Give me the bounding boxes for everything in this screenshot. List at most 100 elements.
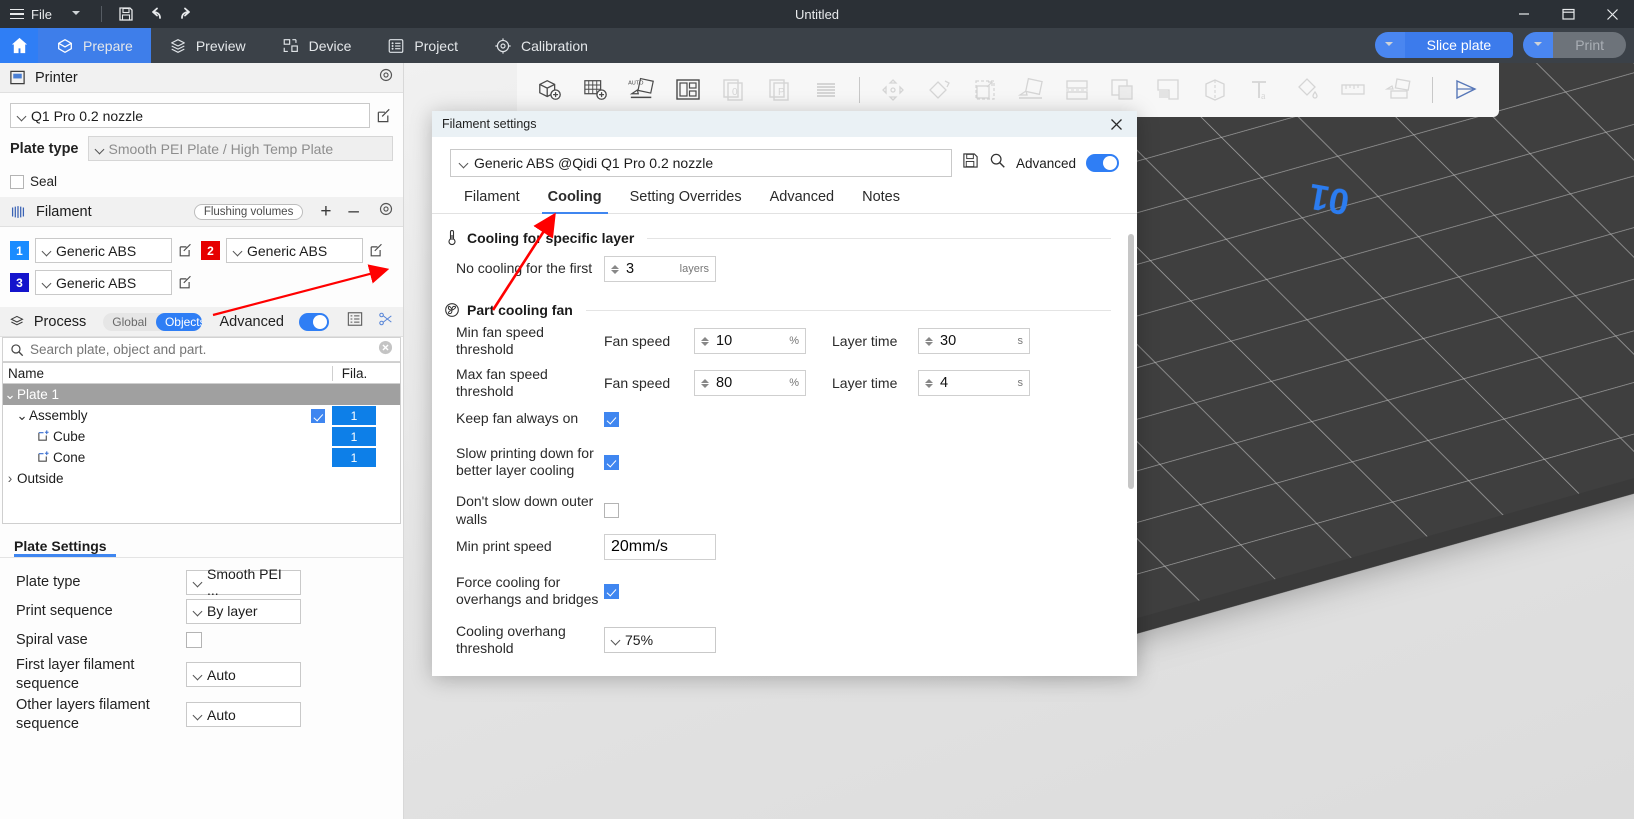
expand-chevron-icon[interactable]: ⌄ bbox=[3, 387, 17, 403]
tab-filament[interactable]: Filament bbox=[450, 183, 534, 213]
other-layers-filament-sequence-combo[interactable]: Auto bbox=[186, 702, 301, 727]
min-fan-speed-spinner[interactable]: 10 % bbox=[694, 328, 806, 354]
cooling-overhang-threshold-combo[interactable]: 75% bbox=[604, 627, 716, 653]
tab-preview[interactable]: Preview bbox=[151, 28, 264, 63]
max-layer-time-value[interactable]: 4 bbox=[940, 375, 1018, 391]
spinner-up-icon[interactable] bbox=[701, 336, 709, 341]
close-button[interactable] bbox=[1590, 0, 1634, 28]
tab-calibration[interactable]: Calibration bbox=[476, 28, 606, 63]
filament-settings-gear-button[interactable] bbox=[378, 201, 394, 222]
minimize-button[interactable] bbox=[1502, 0, 1546, 28]
filament-1-combo[interactable]: Generic ABS bbox=[35, 238, 172, 263]
add-filament-button[interactable]: + bbox=[320, 201, 331, 223]
simplify-button[interactable] bbox=[1445, 69, 1487, 111]
tree-row-assembly[interactable]: ⌄ Assembly 1 bbox=[3, 405, 400, 426]
process-scope-global[interactable]: Global bbox=[103, 313, 156, 331]
process-scope-objects[interactable]: Objects bbox=[156, 313, 202, 331]
tab-device[interactable]: Device bbox=[264, 28, 370, 63]
min-print-speed-input[interactable]: 20 mm/s bbox=[604, 534, 716, 560]
assembly-visibility-checkbox[interactable] bbox=[311, 409, 325, 423]
spinner-arrows[interactable] bbox=[701, 378, 709, 389]
spinner-arrows[interactable] bbox=[701, 336, 709, 347]
process-scope-segmented[interactable]: Global Objects bbox=[103, 313, 201, 331]
max-fan-speed-spinner[interactable]: 80 % bbox=[694, 370, 806, 396]
spinner-arrows[interactable] bbox=[611, 264, 619, 275]
filament-preset-combo[interactable]: Generic ABS @Qidi Q1 Pro 0.2 nozzle bbox=[450, 149, 952, 177]
object-search-bar[interactable] bbox=[2, 337, 401, 362]
spinner-up-icon[interactable] bbox=[925, 378, 933, 383]
maximize-button[interactable] bbox=[1546, 0, 1590, 28]
redo-button[interactable] bbox=[171, 0, 201, 28]
dialog-save-preset-button[interactable] bbox=[962, 152, 979, 174]
file-menu-dropdown-button[interactable] bbox=[62, 0, 92, 28]
assembly-fila-value[interactable]: 1 bbox=[332, 406, 376, 425]
expand-chevron-icon[interactable]: › bbox=[3, 471, 17, 486]
print-sequence-combo[interactable]: By layer bbox=[186, 599, 301, 624]
tab-setting-overrides[interactable]: Setting Overrides bbox=[616, 183, 756, 213]
plate-type-row-combo[interactable]: Smooth PEI ... bbox=[186, 570, 301, 595]
dialog-advanced-toggle[interactable] bbox=[1086, 154, 1119, 172]
dialog-scrollbar-thumb[interactable] bbox=[1128, 234, 1134, 489]
cube-fila-value[interactable]: 1 bbox=[332, 427, 376, 446]
min-fan-speed-value[interactable]: 10 bbox=[716, 333, 789, 349]
edit-printer-preset-button[interactable] bbox=[376, 107, 393, 124]
filament-slot-3[interactable]: 3 Generic ABS bbox=[10, 270, 195, 295]
layout-button[interactable] bbox=[667, 69, 709, 111]
spinner-arrows[interactable] bbox=[925, 336, 933, 347]
tree-row-outside[interactable]: › Outside bbox=[3, 468, 400, 489]
spinner-up-icon[interactable] bbox=[611, 264, 619, 269]
spinner-up-icon[interactable] bbox=[701, 378, 709, 383]
dont-slow-down-outer-walls-checkbox[interactable] bbox=[604, 503, 619, 518]
add-object-button[interactable] bbox=[529, 69, 571, 111]
filament-2-combo[interactable]: Generic ABS bbox=[226, 238, 363, 263]
expand-chevron-icon[interactable]: ⌄ bbox=[15, 408, 29, 424]
no-cooling-first-spinner[interactable]: 3 layers bbox=[604, 256, 716, 282]
tree-row-plate-1[interactable]: ⌄ Plate 1 bbox=[3, 384, 400, 405]
process-compare-button[interactable] bbox=[378, 311, 394, 332]
min-layer-time-value[interactable]: 30 bbox=[940, 333, 1018, 349]
slice-plate-split-button[interactable]: Slice plate bbox=[1375, 32, 1514, 58]
process-advanced-toggle[interactable] bbox=[299, 313, 329, 331]
save-button[interactable] bbox=[111, 0, 141, 28]
spinner-up-icon[interactable] bbox=[925, 336, 933, 341]
printer-settings-gear-button[interactable] bbox=[378, 67, 394, 88]
tab-cooling[interactable]: Cooling bbox=[534, 183, 616, 213]
home-button[interactable] bbox=[0, 28, 38, 63]
slice-plate-dropdown[interactable] bbox=[1375, 32, 1405, 58]
object-search-input[interactable] bbox=[30, 342, 372, 357]
tab-prepare[interactable]: Prepare bbox=[38, 28, 151, 63]
dialog-close-button[interactable] bbox=[1105, 113, 1127, 135]
tree-row-cube[interactable]: Cube 1 bbox=[3, 426, 400, 447]
spinner-down-icon[interactable] bbox=[925, 342, 933, 347]
spinner-down-icon[interactable] bbox=[701, 342, 709, 347]
filament-3-combo[interactable]: Generic ABS bbox=[35, 270, 172, 295]
file-menu-button[interactable]: File bbox=[0, 0, 62, 28]
spiral-vase-checkbox[interactable] bbox=[186, 632, 202, 648]
first-layer-filament-sequence-combo[interactable]: Auto bbox=[186, 662, 301, 687]
spinner-down-icon[interactable] bbox=[701, 384, 709, 389]
print-dropdown[interactable] bbox=[1523, 32, 1553, 58]
printer-preset-combo[interactable]: Q1 Pro 0.2 nozzle bbox=[10, 103, 370, 128]
spinner-down-icon[interactable] bbox=[925, 384, 933, 389]
tab-notes[interactable]: Notes bbox=[848, 183, 914, 213]
tab-advanced[interactable]: Advanced bbox=[756, 183, 849, 213]
no-cooling-first-value[interactable]: 3 bbox=[626, 261, 680, 277]
slow-printing-down-checkbox[interactable] bbox=[604, 455, 619, 470]
remove-filament-button[interactable]: – bbox=[348, 201, 359, 223]
max-layer-time-spinner[interactable]: 4 s bbox=[918, 370, 1030, 396]
seal-checkbox[interactable] bbox=[10, 175, 24, 189]
edit-filament-1-button[interactable] bbox=[178, 242, 195, 259]
undo-button[interactable] bbox=[141, 0, 171, 28]
max-fan-speed-value[interactable]: 80 bbox=[716, 375, 789, 391]
edit-filament-2-button[interactable] bbox=[369, 242, 386, 259]
spinner-arrows[interactable] bbox=[925, 378, 933, 389]
dialog-scrollbar[interactable] bbox=[1128, 222, 1134, 662]
filament-slot-1[interactable]: 1 Generic ABS bbox=[10, 238, 195, 263]
keep-fan-always-on-checkbox[interactable] bbox=[604, 412, 619, 427]
add-plate-button[interactable] bbox=[575, 69, 617, 111]
clear-search-button[interactable] bbox=[378, 340, 393, 360]
print-split-button[interactable]: Print bbox=[1523, 32, 1626, 58]
min-print-speed-value[interactable]: 20 bbox=[611, 538, 629, 556]
force-cooling-overhangs-checkbox[interactable] bbox=[604, 584, 619, 599]
auto-arrange-button[interactable]: AUTO bbox=[621, 69, 663, 111]
